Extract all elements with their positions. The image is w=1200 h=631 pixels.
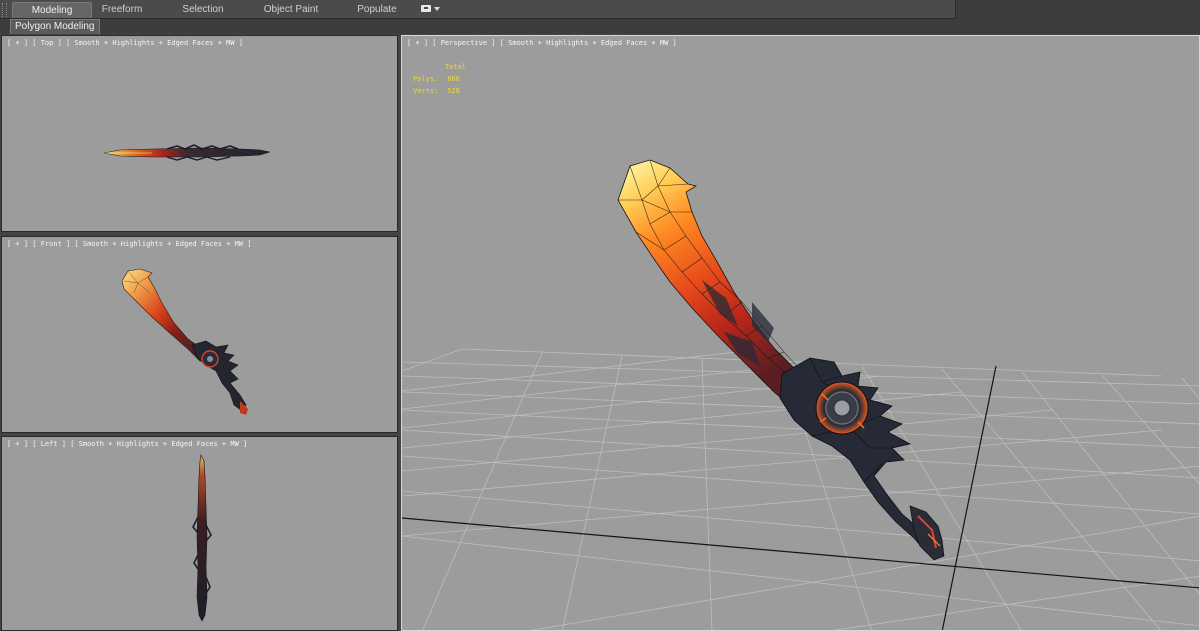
viewport-left[interactable]: [ + ] [ Left ] [ Smooth + Highlights + E…	[1, 436, 398, 631]
view-dropdown-icon[interactable]	[421, 4, 441, 15]
sword-top-view	[103, 144, 271, 161]
sword-front-view	[121, 268, 248, 415]
ribbon-panel-bar: Polygon Modeling	[0, 19, 1200, 34]
viewport-top[interactable]: [ + ] [ Top ] [ Smooth + Highlights + Ed…	[1, 35, 398, 232]
ribbon-tab-bar: Modeling Freeform Selection Object Paint…	[0, 0, 1200, 19]
tab-object-paint[interactable]: Object Paint	[255, 2, 327, 18]
ribbon-empty-area	[955, 0, 1200, 19]
max-application-window: Modeling Freeform Selection Object Paint…	[0, 0, 1200, 631]
polygon-modeling-tab[interactable]: Polygon Modeling	[10, 19, 100, 34]
tab-populate[interactable]: Populate	[349, 2, 405, 18]
viewport-perspective[interactable]: [ + ] [ Perspective ] [ Smooth + Highlig…	[401, 35, 1200, 631]
tab-selection[interactable]: Selection	[172, 2, 234, 18]
ribbon-grip-icon[interactable]	[2, 3, 7, 17]
tab-modeling[interactable]: Modeling	[12, 2, 92, 18]
perspective-scene	[402, 159, 1199, 630]
sword-left-view	[192, 454, 212, 622]
tab-freeform[interactable]: Freeform	[92, 2, 152, 18]
home-grid-axis-x	[402, 517, 1199, 589]
viewport-front[interactable]: [ + ] [ Front ] [ Smooth + Highlights + …	[1, 236, 398, 433]
